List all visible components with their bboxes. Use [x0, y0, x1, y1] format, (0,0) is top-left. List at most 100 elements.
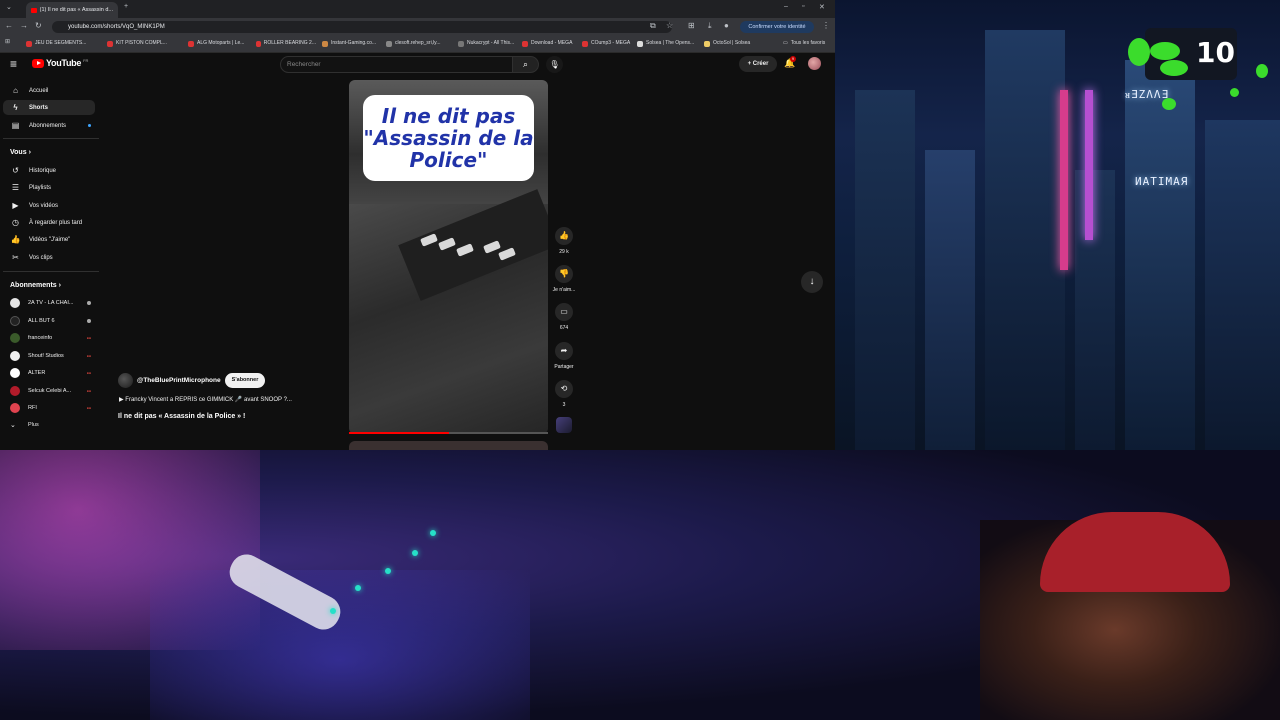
- sidebar-item-label: À regarder plus tard: [29, 219, 83, 226]
- sidebar-item-shorts[interactable]: ϟ Shorts: [3, 100, 95, 115]
- bookmark-label: Tous les favoris: [790, 40, 826, 46]
- extensions-icon[interactable]: ⊞: [688, 21, 695, 30]
- like-button[interactable]: 👍: [555, 227, 573, 245]
- led-light: [330, 608, 336, 614]
- avatar[interactable]: [808, 57, 821, 70]
- search-input[interactable]: Rechercher: [280, 56, 513, 73]
- comment-icon: ▭: [560, 307, 568, 316]
- all-bookmarks-folder[interactable]: ▭ Tous les favoris: [783, 38, 833, 49]
- bookmark-item[interactable]: Solsea | The Opens...: [637, 38, 699, 49]
- notification-badge: 9: [790, 56, 796, 62]
- sidebar-you-header[interactable]: Vous ›: [10, 149, 31, 156]
- bookmark-item[interactable]: JEU DE SEGMENTS...: [26, 38, 100, 49]
- reload-icon[interactable]: ↻: [35, 21, 42, 30]
- bookmark-label: COump3 - MEGA: [591, 40, 631, 46]
- sidebar-show-more[interactable]: ⌄ Plus: [3, 417, 95, 432]
- forward-icon[interactable]: →: [20, 21, 28, 30]
- hamburger-menu-icon[interactable]: ≡: [10, 57, 17, 71]
- minimize-icon[interactable]: –: [784, 3, 788, 10]
- next-short-preview[interactable]: [349, 441, 548, 450]
- subscription-channel-item[interactable]: Shout! Studios ●●: [3, 348, 95, 363]
- bookmark-star-icon[interactable]: ☆: [666, 21, 673, 30]
- url-field[interactable]: youtube.com/shorts/VqO_MINK1PM: [52, 21, 672, 33]
- green-blob: [1256, 64, 1268, 78]
- sidebar-item-label: Plus: [28, 421, 39, 428]
- subscribe-button[interactable]: S'abonner: [225, 373, 265, 388]
- sidebar-item-home[interactable]: ⌂ Accueil: [3, 83, 95, 98]
- bookmark-item[interactable]: Instant-Gaming.co...: [322, 38, 380, 49]
- channel-avatar: [10, 297, 20, 308]
- sidebar-item-history[interactable]: ↺ Historique: [3, 163, 95, 178]
- channel-avatar: [10, 350, 20, 361]
- video-caption-overlay: Il ne dit pas "Assassin de la Police": [363, 95, 534, 181]
- bookmark-favicon-icon: [26, 40, 32, 47]
- channel-avatar: [10, 402, 20, 413]
- voice-search-button[interactable]: 🎙: [546, 56, 563, 73]
- building: [925, 150, 975, 450]
- close-icon[interactable]: ✕: [819, 3, 825, 11]
- share-button[interactable]: ➦: [555, 342, 573, 360]
- sidebar-item-liked[interactable]: 👍 Vidéos "J'aime": [3, 232, 95, 247]
- sidebar-item-playlists[interactable]: ☰ Playlists: [3, 180, 95, 195]
- bookmark-item[interactable]: KIT PISTON COMPL...: [107, 38, 181, 49]
- bookmark-label: JEU DE SEGMENTS...: [35, 40, 87, 46]
- youtube-logo[interactable]: YouTube FR: [32, 58, 88, 68]
- bookmark-item[interactable]: ALG Motoparts | Le...: [188, 38, 250, 49]
- browser-menu-icon[interactable]: ⋮: [822, 21, 830, 30]
- green-blob: [1230, 88, 1239, 97]
- bookmark-item[interactable]: COump3 - MEGA: [582, 38, 634, 49]
- tab-list-icon[interactable]: ⌄: [6, 3, 12, 11]
- confirm-identity-button[interactable]: Confirmer votre identité: [740, 21, 814, 33]
- blue-light: [150, 570, 530, 720]
- create-button[interactable]: + Créer: [739, 56, 777, 72]
- dislike-button[interactable]: 👎: [555, 265, 573, 283]
- linked-video-link[interactable]: ▶ Francky Vincent a REPRIS ce GIMMICK 🎤 …: [119, 396, 292, 403]
- dislike-label: Je n'aim...: [552, 287, 576, 293]
- sidebar-item-label: Vos clips: [29, 254, 53, 261]
- channel-name: Shout! Studios: [28, 352, 64, 359]
- sidebar-item-clips[interactable]: ✂ Vos clips: [3, 250, 95, 265]
- bookmark-label: Instant-Gaming.co...: [331, 40, 377, 46]
- new-tab-icon[interactable]: +: [124, 3, 128, 10]
- install-icon[interactable]: ⧉: [650, 21, 656, 31]
- remix-button[interactable]: ⟲: [555, 380, 573, 398]
- video-progress-bar[interactable]: [349, 432, 548, 434]
- thumbs-down-icon: 👎: [559, 269, 569, 278]
- subscription-channel-item[interactable]: ALTER ●●: [3, 365, 95, 380]
- profile-icon[interactable]: ●: [724, 21, 729, 30]
- next-video-button[interactable]: ↓: [801, 271, 823, 293]
- subscription-channel-item[interactable]: RFI ●●: [3, 400, 95, 415]
- bookmark-item[interactable]: clesoft.rehep_sri,ly...: [386, 38, 452, 49]
- subscription-channel-item[interactable]: Selcuk Celebi A... ●●: [3, 383, 95, 398]
- sidebar-item-watch-later[interactable]: ◷ À regarder plus tard: [3, 215, 95, 230]
- back-icon[interactable]: ←: [5, 21, 13, 30]
- share-label: Partager: [554, 364, 574, 370]
- green-blob: [1128, 38, 1150, 66]
- apps-icon[interactable]: ⊞: [5, 38, 10, 45]
- maximize-icon[interactable]: ▫: [802, 3, 804, 10]
- video-title: Il ne dit pas « Assassin de la Police » …: [118, 413, 246, 420]
- browser-window: ⌄ (1) Il ne dit pas « Assassin d... + – …: [0, 0, 835, 450]
- download-icon[interactable]: ⤓: [708, 21, 712, 31]
- sound-thumbnail[interactable]: [556, 417, 572, 433]
- bookmark-item[interactable]: Nukacrypt - All This...: [458, 38, 516, 49]
- create-label: Créer: [752, 61, 769, 67]
- bookmark-item[interactable]: ROLLER BEARING 2...: [256, 38, 316, 49]
- browser-tab-active[interactable]: (1) Il ne dit pas « Assassin d...: [26, 2, 118, 18]
- bookmark-item[interactable]: Download - MEGA: [522, 38, 578, 49]
- bookmark-favicon-icon: [256, 40, 261, 47]
- sidebar-item-subscriptions[interactable]: ▤ Abonnements: [3, 118, 95, 133]
- subscription-channel-item[interactable]: 2A TV - LA CHAÎ...: [3, 295, 95, 310]
- subscription-channel-item[interactable]: ALL BUT 6: [3, 313, 95, 328]
- search-button[interactable]: ⌕: [512, 56, 539, 73]
- channel-avatar[interactable]: [118, 373, 133, 388]
- channel-handle[interactable]: @TheBluePrintMicrophone: [137, 377, 221, 384]
- subscription-channel-item[interactable]: franceinfo ●●: [3, 330, 95, 345]
- green-blob: [1150, 42, 1180, 60]
- sidebar-item-your-videos[interactable]: ▶ Vos vidéos: [3, 198, 95, 213]
- bookmark-item[interactable]: OctoSol | Solsea: [704, 38, 754, 49]
- sidebar-item-label: Vos vidéos: [29, 202, 59, 209]
- sidebar-subscriptions-header[interactable]: Abonnements ›: [10, 282, 61, 289]
- bookmark-label: OctoSol | Solsea: [713, 40, 751, 46]
- comments-button[interactable]: ▭: [555, 303, 573, 321]
